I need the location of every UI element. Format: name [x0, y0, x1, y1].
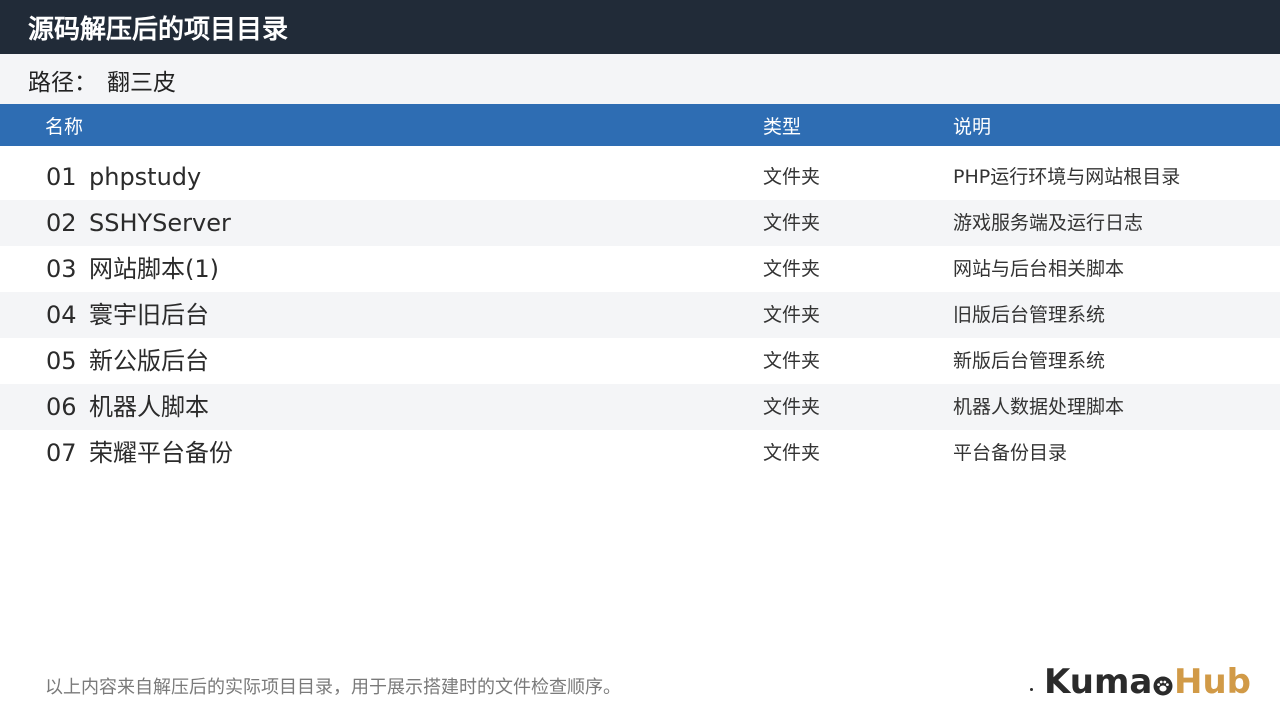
table-row[interactable]: 04 寰宇旧后台 文件夹 旧版后台管理系统 [0, 292, 1280, 338]
folder-description: 平台备份目录 [953, 442, 1068, 464]
row-number: 07 [46, 439, 77, 467]
table-row[interactable]: 02 SSHYServer 文件夹 游戏服务端及运行日志 [0, 200, 1280, 246]
folder-name[interactable]: 荣耀平台备份 [89, 437, 233, 469]
table-row[interactable]: 03 网站脚本(1) 文件夹 网站与后台相关脚本 [0, 246, 1280, 292]
footer-note: 以上内容来自解压后的实际项目目录，用于展示搭建时的文件检查顺序。 [45, 677, 621, 698]
title-bar: 源码解压后的项目目录 [0, 0, 1280, 54]
folder-description: 机器人数据处理脚本 [953, 396, 1125, 418]
table-row[interactable]: 07 荣耀平台备份 文件夹 平台备份目录 [0, 430, 1280, 476]
path-value: 翻三皮 [107, 70, 176, 96]
folder-name[interactable]: phpstudy [89, 161, 201, 193]
table-row[interactable]: 01 phpstudy 文件夹 PHP运行环境与网站根目录 [0, 154, 1280, 200]
logo-text-kuma: Kuma [1044, 662, 1153, 702]
kumahub-logo: Kuma Hub [1030, 660, 1255, 704]
path-label: 路径： [28, 70, 97, 96]
logo-text-hub: Hub [1174, 662, 1251, 702]
folder-description: 网站与后台相关脚本 [953, 258, 1125, 280]
row-number: 05 [46, 347, 77, 375]
table-row[interactable]: 05 新公版后台 文件夹 新版后台管理系统 [0, 338, 1280, 384]
column-header-name[interactable]: 名称 [45, 115, 83, 139]
folder-description: 新版后台管理系统 [953, 350, 1106, 372]
folder-type: 文件夹 [763, 396, 821, 418]
folder-type: 文件夹 [763, 350, 821, 372]
folder-type: 文件夹 [763, 442, 821, 464]
row-number: 06 [46, 393, 77, 421]
row-number: 02 [46, 209, 77, 237]
folder-type: 文件夹 [763, 166, 821, 188]
folder-type: 文件夹 [763, 212, 821, 234]
page-title: 源码解压后的项目目录 [28, 15, 289, 45]
row-number: 04 [46, 301, 77, 329]
row-number: 03 [46, 255, 77, 283]
folder-type: 文件夹 [763, 258, 821, 280]
column-header-desc[interactable]: 说明 [953, 115, 991, 139]
logo-dot [1030, 688, 1033, 691]
row-number: 01 [46, 163, 77, 191]
table-row[interactable]: 06 机器人脚本 文件夹 机器人数据处理脚本 [0, 384, 1280, 430]
table-header: 名称 类型 说明 [0, 104, 1280, 146]
paw-icon [1153, 676, 1173, 696]
path-bar: 路径： 翻三皮 [0, 54, 1280, 104]
folder-name[interactable]: SSHYServer [89, 207, 231, 239]
column-header-type[interactable]: 类型 [763, 115, 801, 139]
folder-name[interactable]: 新公版后台 [89, 345, 209, 377]
folder-description: PHP运行环境与网站根目录 [953, 166, 1181, 188]
folder-name[interactable]: 寰宇旧后台 [89, 299, 209, 331]
folder-name[interactable]: 网站脚本(1) [89, 253, 219, 285]
file-list: 01 phpstudy 文件夹 PHP运行环境与网站根目录 02 SSHYSer… [0, 154, 1280, 476]
folder-description: 旧版后台管理系统 [953, 304, 1106, 326]
folder-type: 文件夹 [763, 304, 821, 326]
folder-description: 游戏服务端及运行日志 [953, 212, 1144, 234]
folder-name[interactable]: 机器人脚本 [89, 391, 209, 423]
